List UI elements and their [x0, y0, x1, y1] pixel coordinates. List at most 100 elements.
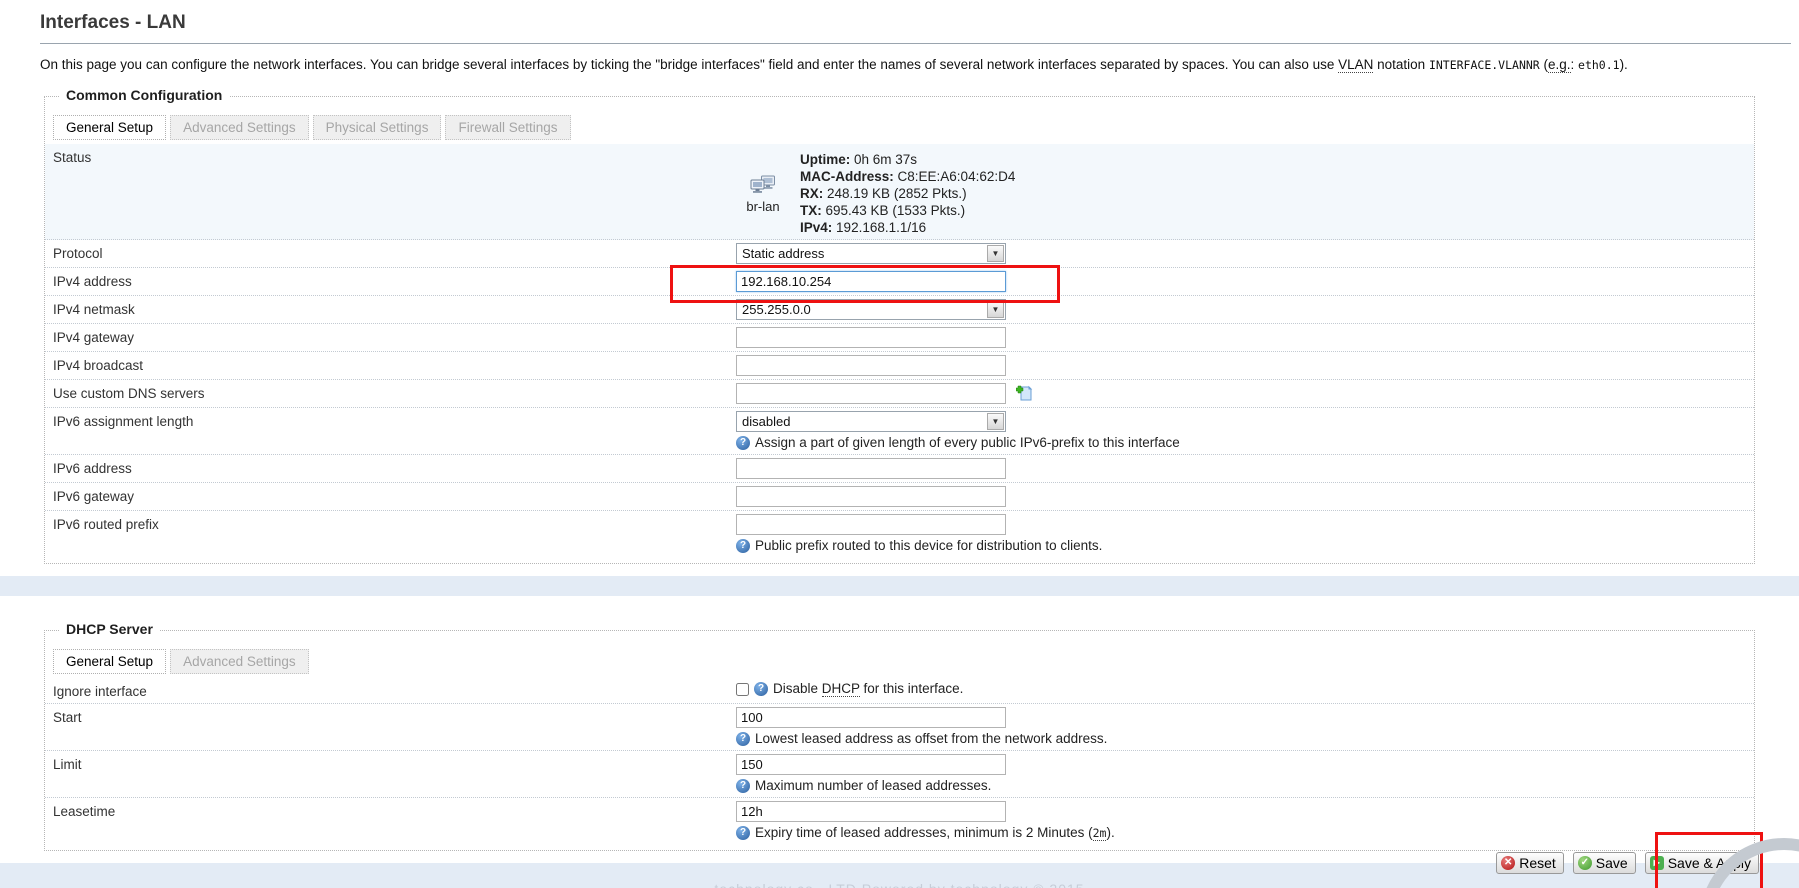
- common-configuration-fieldset: Common Configuration General Setup Advan…: [44, 96, 1755, 564]
- dhcp-server-fieldset: DHCP Server General Setup Advanced Setti…: [44, 630, 1755, 851]
- protocol-select[interactable]: Static address ▼: [736, 243, 1006, 264]
- ipv4-gateway-row: IPv4 gateway: [45, 324, 1754, 352]
- dhcp-server-panel: DHCP Server General Setup Advanced Setti…: [0, 596, 1799, 863]
- dhcp-start-input[interactable]: [736, 707, 1006, 728]
- add-entry-icon[interactable]: [1016, 385, 1033, 402]
- help-icon: ?: [736, 826, 750, 840]
- description-text: On this page you can configure the netwo…: [40, 57, 1338, 72]
- ipv4-address-input[interactable]: [736, 271, 1006, 292]
- help-icon: ?: [736, 539, 750, 553]
- custom-dns-input[interactable]: [736, 383, 1006, 404]
- save-button[interactable]: ✓ Save: [1573, 852, 1636, 874]
- ignore-interface-checkbox[interactable]: [736, 683, 749, 696]
- ipv6-assignment-help: ? Assign a part of given length of every…: [736, 435, 1746, 451]
- ipv6-prefix-input[interactable]: [736, 514, 1006, 535]
- reset-button[interactable]: ✕ Reset: [1496, 852, 1564, 874]
- chevron-down-icon: ▼: [987, 301, 1004, 318]
- tab-general-setup[interactable]: General Setup: [53, 115, 166, 140]
- eg-abbr: e.g.: [1548, 57, 1571, 73]
- ipv6-assignment-row: IPv6 assignment length disabled ▼ ? Assi…: [45, 408, 1754, 455]
- dhcp-start-label: Start: [53, 707, 736, 725]
- help-icon: ?: [754, 682, 768, 696]
- description-text: ).: [1620, 57, 1628, 72]
- dhcp-server-legend: DHCP Server: [59, 621, 160, 637]
- dhcp-leasetime-help: ? Expiry time of leased addresses, minim…: [736, 825, 1746, 841]
- dhcp-leasetime-input[interactable]: [736, 801, 1006, 822]
- help-icon: ?: [736, 436, 750, 450]
- dhcp-limit-label: Limit: [53, 754, 736, 772]
- dhcp-rows: Ignore interface ? Disable DHCP for this…: [45, 678, 1754, 844]
- status-key: IPv4:: [800, 220, 832, 235]
- status-value: 192.168.1.1/16: [836, 220, 926, 235]
- save-check-icon: ✓: [1578, 856, 1592, 870]
- ipv6-gateway-input[interactable]: [736, 486, 1006, 507]
- eth0-example-code: eth0.1: [1578, 58, 1620, 72]
- help-text: Maximum number of leased addresses.: [755, 778, 991, 794]
- ipv4-broadcast-row: IPv4 broadcast: [45, 352, 1754, 380]
- status-key: TX:: [800, 203, 822, 218]
- ipv4-broadcast-input[interactable]: [736, 355, 1006, 376]
- ipv6-prefix-label: IPv6 routed prefix: [53, 514, 736, 532]
- apply-play-icon: ▶: [1650, 856, 1664, 870]
- reset-icon: ✕: [1501, 856, 1515, 870]
- custom-dns-row: Use custom DNS servers: [45, 380, 1754, 408]
- ipv6-gateway-row: IPv6 gateway: [45, 483, 1754, 511]
- ipv6-assignment-selected-value: disabled: [742, 414, 790, 429]
- ipv6-gateway-label: IPv6 gateway: [53, 486, 736, 504]
- dhcp-tab-advanced-settings[interactable]: Advanced Settings: [170, 649, 309, 674]
- chevron-down-icon: ▼: [987, 413, 1004, 430]
- ipv6-assignment-select[interactable]: disabled ▼: [736, 411, 1006, 432]
- dhcp-leasetime-row: Leasetime ? Expiry time of leased addres…: [45, 798, 1754, 844]
- status-value: 248.19 KB (2852 Pkts.): [827, 186, 967, 201]
- common-configuration-legend: Common Configuration: [59, 87, 229, 103]
- help-icon: ?: [736, 779, 750, 793]
- help-text: Lowest leased address as offset from the…: [755, 731, 1107, 747]
- ipv4-netmask-label: IPv4 netmask: [53, 299, 736, 317]
- tab-advanced-settings[interactable]: Advanced Settings: [170, 115, 309, 140]
- interface-device-name: br-lan: [736, 199, 790, 214]
- ipv6-address-row: IPv6 address: [45, 455, 1754, 483]
- protocol-row: Protocol Static address ▼: [45, 240, 1754, 268]
- status-value: 695.43 KB (1533 Pkts.): [826, 203, 966, 218]
- status-value: 0h 6m 37s: [854, 152, 917, 167]
- leasetime-unit-abbr: 2m: [1093, 826, 1107, 841]
- help-text: Assign a part of given length of every p…: [755, 435, 1180, 451]
- tab-physical-settings[interactable]: Physical Settings: [313, 115, 442, 140]
- page-description: On this page you can configure the netwo…: [40, 56, 1729, 74]
- ipv4-netmask-select[interactable]: 255.255.0.0 ▼: [736, 299, 1006, 320]
- status-ipv4: IPv4: 192.168.1.1/16: [800, 219, 1015, 236]
- ipv4-gateway-input[interactable]: [736, 327, 1006, 348]
- status-row: Status: [45, 144, 1754, 240]
- dhcp-start-row: Start ? Lowest leased address as offset …: [45, 704, 1754, 751]
- common-configuration-rows: Status: [45, 144, 1754, 557]
- status-rx: RX: 248.19 KB (2852 Pkts.): [800, 185, 1015, 202]
- common-configuration-panel: Interfaces - LAN On this page you can co…: [0, 0, 1799, 576]
- help-text: ).: [1106, 825, 1114, 840]
- help-text: Public prefix routed to this device for …: [755, 538, 1102, 554]
- ipv6-assignment-label: IPv6 assignment length: [53, 411, 736, 429]
- ignore-interface-label: Ignore interface: [53, 681, 736, 699]
- ipv4-address-row: IPv4 address: [45, 268, 1754, 296]
- interface-device: br-lan: [736, 151, 790, 236]
- ipv6-address-label: IPv6 address: [53, 458, 736, 476]
- tab-firewall-settings[interactable]: Firewall Settings: [445, 115, 570, 140]
- footer-text: technology co., LTD Powered by technolog…: [0, 881, 1799, 888]
- dhcp-limit-help: ? Maximum number of leased addresses.: [736, 778, 1746, 794]
- ipv6-address-input[interactable]: [736, 458, 1006, 479]
- help-icon: ?: [736, 732, 750, 746]
- save-button-label: Save: [1596, 855, 1628, 871]
- dhcp-tabs: General Setup Advanced Settings: [53, 649, 1754, 674]
- protocol-label: Protocol: [53, 243, 736, 261]
- page-title: Interfaces - LAN: [40, 6, 1791, 44]
- status-key: MAC-Address:: [800, 169, 894, 184]
- dhcp-tab-general-setup[interactable]: General Setup: [53, 649, 166, 674]
- interfaces-lan-page: Interfaces - LAN On this page you can co…: [0, 0, 1799, 888]
- status-value: C8:EE:A6:04:62:D4: [898, 169, 1016, 184]
- status-tx: TX: 695.43 KB (1533 Pkts.): [800, 202, 1015, 219]
- status-uptime: Uptime: 0h 6m 37s: [800, 151, 1015, 168]
- ipv4-address-label: IPv4 address: [53, 271, 736, 289]
- help-text: for this interface.: [860, 681, 964, 696]
- status-key: RX:: [800, 186, 823, 201]
- dhcp-limit-input[interactable]: [736, 754, 1006, 775]
- ipv4-broadcast-label: IPv4 broadcast: [53, 355, 736, 373]
